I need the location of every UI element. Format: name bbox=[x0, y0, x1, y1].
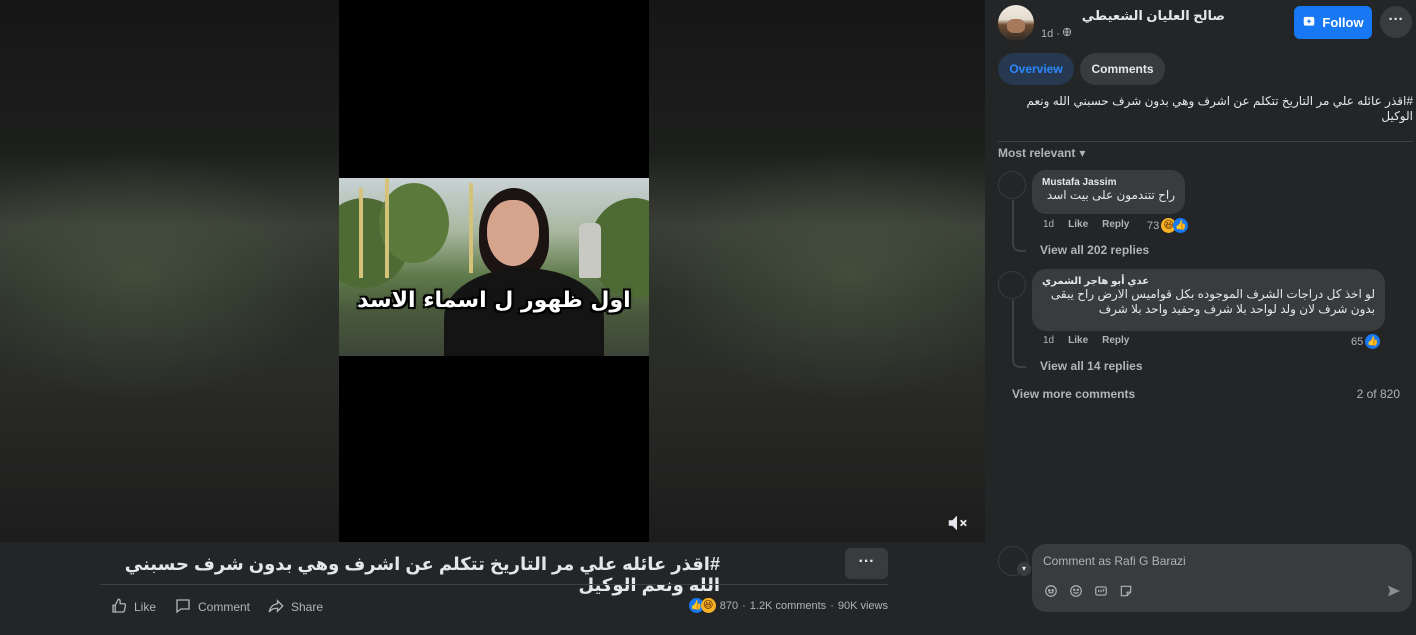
commenter-avatar[interactable] bbox=[998, 271, 1026, 299]
post-time: 1d · bbox=[1041, 27, 1072, 40]
post-title: #اقذر عائله علي مر التاريخ تتكلم عن اشرف… bbox=[124, 554, 720, 595]
like-button[interactable]: Like bbox=[110, 598, 156, 616]
thumbs-up-icon bbox=[110, 597, 128, 618]
comment-reaction-count: 73 bbox=[1147, 219, 1160, 232]
divider bbox=[100, 584, 888, 585]
chevron-down-icon[interactable]: ▾ bbox=[1017, 562, 1031, 576]
haha-reaction-icon: 😆 bbox=[700, 598, 716, 613]
commenter-avatar[interactable] bbox=[998, 171, 1026, 199]
share-button[interactable]: Share bbox=[267, 598, 323, 616]
comment-like-button[interactable]: Like bbox=[1068, 335, 1088, 346]
view-more-comments-link[interactable]: View more comments bbox=[1012, 387, 1135, 401]
video-frame-image: اول ظهور ل اسماء الاسد bbox=[339, 178, 649, 356]
like-reaction-icon: 👍 bbox=[1365, 334, 1381, 349]
comment-count-indicator: 2 of 820 bbox=[1356, 387, 1400, 401]
comment-time[interactable]: 1d bbox=[1043, 335, 1054, 346]
avatar-sticker-icon[interactable] bbox=[1043, 584, 1059, 600]
thread-line bbox=[1012, 300, 1026, 368]
caret-down-icon: ▾ bbox=[1079, 146, 1086, 160]
comment-button[interactable]: Comment bbox=[174, 598, 250, 616]
view-replies-link[interactable]: View all 14 replies bbox=[1040, 359, 1143, 373]
thread-line bbox=[1012, 200, 1026, 252]
comment-bubble: Mustafa Jassim راح تتندمون على بيت اسد bbox=[1032, 170, 1185, 214]
share-label: Share bbox=[291, 600, 324, 614]
comment-reactions[interactable]: 73 😆 👍 bbox=[1147, 218, 1189, 233]
post-footer: #اقذر عائله علي مر التاريخ تتكلم عن اشرف… bbox=[0, 542, 985, 635]
emoji-icon[interactable] bbox=[1068, 584, 1084, 600]
sticker-icon[interactable] bbox=[1118, 584, 1134, 600]
post-viewer: اول ظهور ل اسماء الاسد #اقذر عائله علي م… bbox=[0, 0, 1416, 635]
comment-reactions[interactable]: 65 👍 bbox=[1351, 334, 1381, 349]
like-label: Like bbox=[134, 600, 157, 614]
reaction-count[interactable]: 870 bbox=[720, 600, 738, 612]
comment-meta: 1d Like Reply bbox=[1043, 335, 1129, 346]
like-reaction-icon: 👍 bbox=[1173, 218, 1189, 233]
video-player[interactable]: اول ظهور ل اسماء الاسد bbox=[339, 0, 649, 542]
gif-icon[interactable] bbox=[1093, 584, 1109, 600]
view-replies-link[interactable]: View all 202 replies bbox=[1040, 243, 1149, 257]
comment-composer[interactable]: Comment as Rafi G Barazi bbox=[1032, 544, 1412, 612]
sort-label: Most relevant bbox=[998, 146, 1076, 160]
tab-overview[interactable]: Overview bbox=[998, 53, 1074, 85]
comment-meta: 1d Like Reply bbox=[1043, 219, 1129, 230]
video-caption-overlay: اول ظهور ل اسماء الاسد bbox=[357, 288, 631, 313]
author-name[interactable]: صالح العليان الشعيطي bbox=[1045, 8, 1225, 24]
follow-button[interactable]: Follow bbox=[1294, 6, 1372, 39]
comment-text: راح تتندمون على بيت اسد bbox=[1046, 188, 1175, 202]
post-description: #اقذر عائله علي مر التاريخ تتكلم عن اشرف… bbox=[1026, 94, 1413, 123]
globe-icon bbox=[1062, 27, 1072, 40]
commenter-name[interactable]: Mustafa Jassim bbox=[1042, 177, 1175, 188]
commenter-name[interactable]: عدي أبو هاجر الشمري bbox=[1042, 276, 1375, 287]
comment-count[interactable]: 1.2K comments bbox=[750, 600, 826, 612]
comment-icon bbox=[174, 597, 192, 618]
comment-time[interactable]: 1d bbox=[1043, 219, 1054, 230]
side-panel: صالح العليان الشعيطي 1d · Follow ··· Ove… bbox=[985, 0, 1416, 635]
tab-comments[interactable]: Comments bbox=[1080, 53, 1165, 85]
divider bbox=[998, 141, 1413, 142]
follow-label: Follow bbox=[1322, 15, 1364, 30]
comment-label: Comment bbox=[198, 600, 251, 614]
comment-reply-button[interactable]: Reply bbox=[1102, 219, 1129, 230]
comment-reaction-count: 65 bbox=[1351, 335, 1364, 348]
comment-text: لو اخذ كل دراجات الشرف الموجوده بكل قوام… bbox=[1050, 287, 1375, 316]
share-icon bbox=[267, 597, 285, 618]
comment-reply-button[interactable]: Reply bbox=[1102, 335, 1129, 346]
comment-bubble: عدي أبو هاجر الشمري لو اخذ كل دراجات الش… bbox=[1032, 269, 1385, 331]
author-avatar[interactable] bbox=[998, 5, 1034, 41]
post-time-label[interactable]: 1d · bbox=[1041, 28, 1060, 40]
follow-icon bbox=[1302, 14, 1316, 31]
post-stats: 👍 😆 870 · 1.2K comments · 90K views bbox=[688, 598, 888, 613]
post-more-button[interactable]: ··· bbox=[845, 548, 888, 579]
comment-input[interactable]: Comment as Rafi G Barazi bbox=[1043, 554, 1186, 568]
mute-icon[interactable] bbox=[946, 512, 970, 534]
comment-like-button[interactable]: Like bbox=[1068, 219, 1088, 230]
view-count: 90K views bbox=[837, 599, 888, 612]
video-area[interactable]: اول ظهور ل اسماء الاسد bbox=[0, 0, 985, 542]
panel-more-button[interactable]: ··· bbox=[1380, 6, 1412, 38]
sort-dropdown[interactable]: Most relevant ▾ bbox=[998, 146, 1085, 160]
send-icon[interactable] bbox=[1386, 583, 1402, 602]
